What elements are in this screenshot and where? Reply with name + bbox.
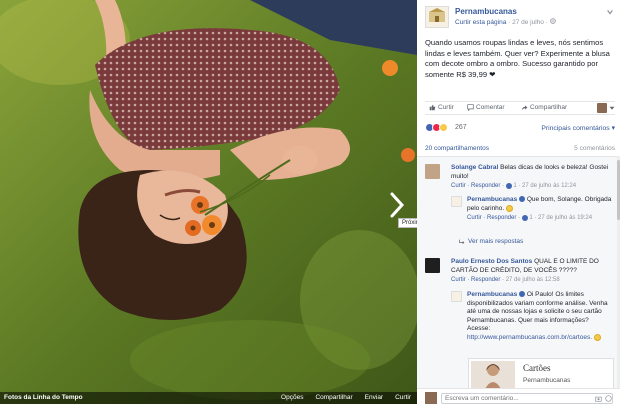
emoji-icon[interactable] xyxy=(605,395,612,402)
comment-author[interactable]: Solange Cabral xyxy=(451,164,498,171)
photo-image xyxy=(0,0,417,404)
comment-author[interactable]: Paulo Ernesto Dos Santos xyxy=(451,258,532,265)
avatar[interactable] xyxy=(425,258,440,273)
comment-reply-links[interactable]: Curtir · Responder · xyxy=(451,183,504,189)
reply-body: Pernambucanas Que bom, Solange. Obrigada… xyxy=(467,196,613,223)
link-preview-image xyxy=(471,361,515,389)
smiley-icon xyxy=(593,333,601,341)
comment-body: Paulo Ernesto Dos Santos QUAL E O LIMITE… xyxy=(451,258,619,285)
post-text: Quando usamos roupas lindas e leves, nós… xyxy=(425,38,610,79)
caret-down-icon xyxy=(609,106,615,110)
next-photo-button[interactable] xyxy=(386,190,408,220)
reply-arrow-icon xyxy=(459,239,465,244)
photo-footer-actions: Opções Compartilhar Enviar Curtir xyxy=(281,394,411,401)
avatar[interactable] xyxy=(451,196,462,207)
comment-button[interactable]: Comentar xyxy=(467,104,505,111)
like-count-icon xyxy=(521,214,528,221)
avatar[interactable] xyxy=(425,164,440,179)
chevron-right-icon xyxy=(390,192,405,218)
reply-author[interactable]: Pernambucanas xyxy=(467,291,517,298)
like-button[interactable]: Curtir xyxy=(429,104,454,111)
comment-time[interactable]: · 27 de julho às 12:24 xyxy=(518,183,576,189)
comment-button-label: Comentar xyxy=(476,104,505,111)
post-as-selector[interactable] xyxy=(597,103,615,113)
comment-likes: 1 xyxy=(513,183,517,190)
thumbs-up-icon xyxy=(429,104,436,111)
comment-reply-links[interactable]: Curtir · Responder · xyxy=(451,277,504,283)
see-more-replies-link[interactable]: Ver mais respostas xyxy=(459,238,523,245)
camera-icon[interactable] xyxy=(595,395,602,402)
chevron-down-icon[interactable] xyxy=(606,8,614,16)
post-side-panel: Pernambucanas Curtir esta página · 27 de… xyxy=(417,0,620,404)
verified-badge-icon xyxy=(519,196,526,203)
comment-sort-label: Principais comentários xyxy=(541,125,610,132)
link-preview-subtitle: Pernambucanas xyxy=(523,377,571,384)
comment-sort-dropdown[interactable]: Principais comentários ▾ xyxy=(541,124,615,132)
share-icon xyxy=(521,105,528,111)
reactions-count[interactable]: 267 xyxy=(455,124,467,131)
like-link[interactable]: Curtir xyxy=(395,394,411,401)
smiley-icon xyxy=(506,204,514,212)
wow-reaction-icon xyxy=(439,123,448,132)
reply-likes: 1 xyxy=(529,215,533,222)
reply-reply-links[interactable]: Curtir · Responder · xyxy=(467,215,520,221)
write-comment-row xyxy=(417,388,620,404)
reply-url-link[interactable]: http://www.pernambucanas.com.br/cartoes. xyxy=(467,334,592,341)
viewer-avatar xyxy=(597,103,607,113)
post-action-bar: Curtir Comentar Compartilhar xyxy=(425,101,615,115)
like-page-link[interactable]: Curtir esta página xyxy=(455,19,506,26)
avatar[interactable] xyxy=(451,291,462,302)
like-count-icon xyxy=(505,182,512,189)
comment-input-icons xyxy=(595,395,612,402)
reply-meta: Curtir · Responder · 1 · 27 de julho às … xyxy=(467,214,613,223)
post-subline: Curtir esta página · 27 de julho · xyxy=(455,18,556,26)
reply-body: Pernambucanas Oi Paulo! Os limites dispo… xyxy=(467,291,613,343)
share-link[interactable]: Compartilhar xyxy=(315,394,352,401)
post-date[interactable]: 27 de julho xyxy=(512,19,544,26)
next-tooltip: Próxima xyxy=(398,218,417,228)
reply-time[interactable]: · 27 de julho às 19:24 xyxy=(534,215,592,221)
shares-count-link[interactable]: 20 compartilhamentos xyxy=(425,145,489,152)
reaction-icons[interactable] xyxy=(425,123,448,132)
comment-icon xyxy=(467,104,474,111)
page-logo[interactable] xyxy=(425,6,449,28)
link-preview-card[interactable]: Cartões Pernambucanas xyxy=(468,358,614,390)
comment-input[interactable] xyxy=(441,393,613,404)
comment-meta: Curtir · Responder · 1 · 27 de julho às … xyxy=(451,182,619,191)
post-header: Pernambucanas Curtir esta página · 27 de… xyxy=(425,4,616,30)
pernambucanas-logo-icon xyxy=(429,8,445,22)
avatar xyxy=(425,392,437,404)
shares-row: 20 compartilhamentos 5 comentários xyxy=(425,145,615,155)
comment-time[interactable]: 27 de julho às 12:58 xyxy=(506,277,560,283)
see-more-replies-label: Ver mais respostas xyxy=(468,238,524,245)
globe-icon xyxy=(549,18,556,24)
share-button[interactable]: Compartilhar xyxy=(521,104,567,111)
album-link[interactable]: Fotos da Linha do Tempo xyxy=(4,394,83,401)
share-button-label: Compartilhar xyxy=(530,104,568,111)
like-button-label: Curtir xyxy=(438,104,454,111)
comment-meta: Curtir · Responder · 27 de julho às 12:5… xyxy=(451,276,619,285)
reactions-row: 267 Principais comentários ▾ xyxy=(425,122,615,134)
comments-count: 5 comentários xyxy=(574,145,615,152)
reply-author[interactable]: Pernambucanas xyxy=(467,196,517,203)
page-name-link[interactable]: Pernambucanas xyxy=(455,7,517,16)
send-link[interactable]: Enviar xyxy=(365,394,383,401)
photo-footer: Fotos da Linha do Tempo Opções Compartil… xyxy=(0,392,417,404)
post-photo: Próxima Fotos da Linha do Tempo Opções C… xyxy=(0,0,417,404)
comment-body: Solange Cabral Belas dicas de looks e be… xyxy=(451,164,619,191)
options-link[interactable]: Opções xyxy=(281,394,303,401)
verified-badge-icon xyxy=(519,291,526,298)
link-preview-title: Cartões xyxy=(523,363,551,373)
